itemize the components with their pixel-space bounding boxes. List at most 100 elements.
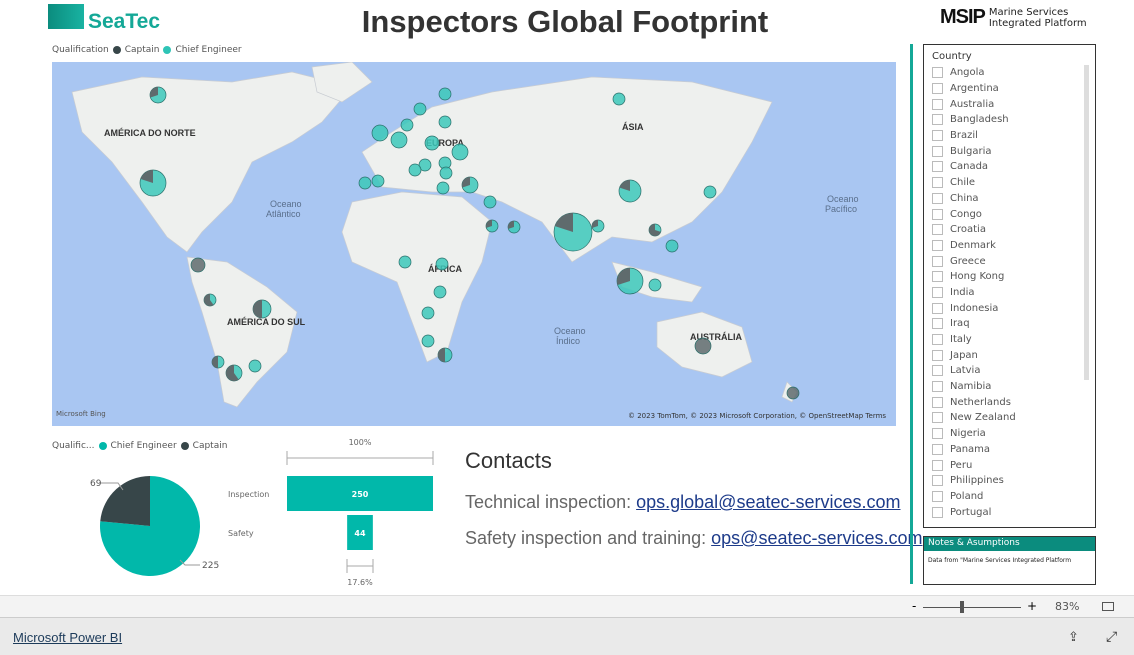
bubble-chief-engineer[interactable] — [694, 337, 712, 355]
zoom-in-button[interactable]: + — [1027, 599, 1037, 613]
map-bubble[interactable] — [400, 118, 414, 132]
funnel-chart[interactable]: 100% Inspection Safety 250 44 17.6% — [220, 435, 440, 590]
map-bubble[interactable] — [507, 220, 521, 234]
map-bubble[interactable] — [371, 174, 385, 188]
slicer-item[interactable]: Angola — [932, 65, 1087, 81]
checkbox[interactable] — [932, 145, 943, 157]
checkbox[interactable] — [932, 192, 943, 204]
bubble-chief-engineer[interactable] — [421, 334, 435, 348]
bubble-chief-engineer[interactable] — [439, 166, 453, 180]
slicer-item[interactable]: Denmark — [932, 238, 1087, 254]
bubble-chief-engineer[interactable] — [433, 285, 447, 299]
checkbox[interactable] — [932, 208, 943, 220]
map-bubble[interactable] — [433, 285, 447, 299]
slicer-item[interactable]: Panama — [932, 442, 1087, 458]
bubble-chief-engineer[interactable] — [648, 278, 662, 292]
checkbox[interactable] — [932, 224, 943, 236]
bubble-chief-engineer[interactable] — [612, 92, 626, 106]
map-bubble[interactable] — [665, 239, 679, 253]
slicer-item[interactable]: Portugal — [932, 504, 1087, 520]
map-bubble[interactable] — [358, 176, 372, 190]
map-bubble[interactable] — [190, 257, 206, 273]
map-bubble[interactable] — [252, 299, 272, 319]
checkbox[interactable] — [932, 459, 943, 471]
legend-chief[interactable]: Chief Engineer — [111, 441, 177, 451]
fullscreen-icon[interactable]: ⤢ — [1106, 629, 1117, 645]
checkbox[interactable] — [932, 114, 943, 126]
share-icon[interactable]: ⇪ — [1068, 630, 1079, 645]
map-bubble[interactable] — [437, 347, 453, 363]
bubble-chief-engineer[interactable] — [451, 143, 469, 161]
map-bubble[interactable] — [694, 337, 712, 355]
bubble-chief-engineer[interactable] — [371, 124, 389, 142]
bubble-chief-engineer[interactable] — [398, 255, 412, 269]
slicer-item[interactable]: Netherlands — [932, 394, 1087, 410]
slicer-item[interactable]: Brazil — [932, 128, 1087, 144]
slicer-item[interactable]: Canada — [932, 159, 1087, 175]
checkbox[interactable] — [932, 506, 943, 518]
bubble-captain-slice[interactable] — [212, 356, 218, 368]
map-bubble[interactable] — [424, 135, 440, 151]
bubble-chief-engineer[interactable] — [435, 257, 449, 271]
checkbox[interactable] — [932, 255, 943, 267]
tech-email-link[interactable]: ops.global@seatec-services.com — [636, 492, 900, 512]
checkbox[interactable] — [932, 475, 943, 487]
bubble-chief-engineer[interactable] — [436, 181, 450, 195]
slicer-item[interactable]: Hong Kong — [932, 269, 1087, 285]
bubble-chief-engineer[interactable] — [400, 118, 414, 132]
checkbox[interactable] — [932, 286, 943, 298]
map-bubble[interactable] — [438, 87, 452, 101]
map-bubble[interactable] — [371, 124, 389, 142]
map-bubble[interactable] — [485, 219, 499, 233]
map-bubble[interactable] — [203, 293, 217, 307]
map-bubble[interactable] — [225, 364, 243, 382]
bubble-chief-engineer[interactable] — [438, 87, 452, 101]
map-bubble[interactable] — [408, 163, 422, 177]
checkbox[interactable] — [932, 83, 943, 95]
slicer-item[interactable]: Bangladesh — [932, 112, 1087, 128]
slicer-item[interactable]: Chile — [932, 175, 1087, 191]
checkbox[interactable] — [932, 412, 943, 424]
map-bubble[interactable] — [703, 185, 717, 199]
slicer-item[interactable]: Croatia — [932, 222, 1087, 238]
powerbi-link[interactable]: Microsoft Power BI — [13, 630, 122, 645]
bubble-chief-engineer[interactable] — [358, 176, 372, 190]
slicer-item[interactable]: China — [932, 191, 1087, 207]
map-bubble[interactable] — [139, 169, 167, 197]
checkbox[interactable] — [932, 490, 943, 502]
slicer-item[interactable]: Iraq — [932, 316, 1087, 332]
bubble-chief-engineer[interactable] — [390, 131, 408, 149]
slicer-item[interactable]: Poland — [932, 489, 1087, 505]
checkbox[interactable] — [932, 67, 943, 79]
map-bubble[interactable] — [413, 102, 427, 116]
map-bubble[interactable] — [421, 334, 435, 348]
zoom-slider-handle[interactable] — [960, 601, 964, 613]
slicer-item[interactable]: Namibia — [932, 379, 1087, 395]
slicer-item[interactable]: India — [932, 285, 1087, 301]
map-bubble[interactable] — [786, 386, 800, 400]
slicer-item[interactable]: Congo — [932, 206, 1087, 222]
slicer-item[interactable]: Indonesia — [932, 300, 1087, 316]
bubble-chief-engineer[interactable] — [438, 115, 452, 129]
map-attribution[interactable]: © 2023 TomTom, © 2023 Microsoft Corporat… — [628, 412, 886, 420]
world-map[interactable]: AMÉRICA DO NORTE AMÉRICA DO SUL EUROPA Á… — [52, 62, 896, 426]
bubble-chief-engineer[interactable] — [421, 306, 435, 320]
slicer-item[interactable]: Peru — [932, 457, 1087, 473]
checkbox[interactable] — [932, 302, 943, 314]
slicer-item[interactable]: Italy — [932, 332, 1087, 348]
checkbox[interactable] — [932, 130, 943, 142]
map-bubble[interactable] — [421, 306, 435, 320]
bubble-chief-engineer[interactable] — [786, 386, 800, 400]
map-bubble[interactable] — [553, 212, 593, 252]
map-bubble[interactable] — [451, 143, 469, 161]
checkbox[interactable] — [932, 396, 943, 408]
checkbox[interactable] — [932, 428, 943, 440]
bubble-chief-engineer[interactable] — [371, 174, 385, 188]
bubble-chief-engineer[interactable] — [665, 239, 679, 253]
slicer-item[interactable]: New Zealand — [932, 410, 1087, 426]
pie-chart[interactable]: 69 225 — [60, 460, 240, 585]
map-bubble[interactable] — [390, 131, 408, 149]
safety-email-link[interactable]: ops@seatec-services.com — [711, 528, 922, 548]
map-visual[interactable]: AMÉRICA DO NORTE AMÉRICA DO SUL EUROPA Á… — [52, 62, 896, 426]
zoom-slider[interactable] — [923, 607, 1021, 608]
